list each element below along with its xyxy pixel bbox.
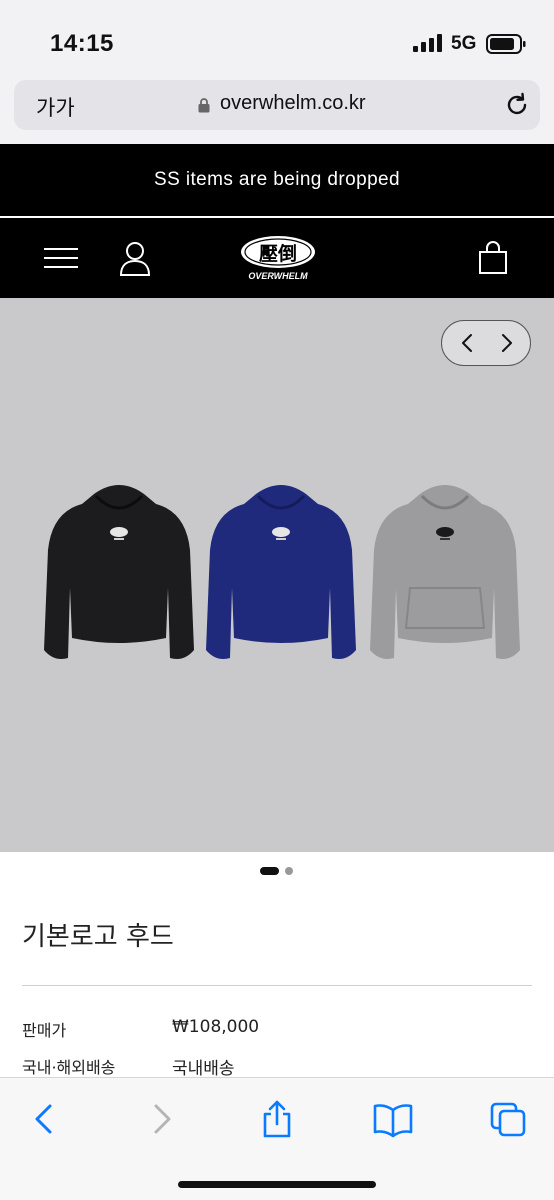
logo-mark-text: 壓倒 — [259, 242, 297, 265]
network-type: 5G — [451, 33, 477, 54]
hamburger-icon[interactable] — [44, 246, 78, 270]
brand-name-text: OVERWHELM — [248, 271, 308, 281]
price-value: ₩108,000 — [172, 1017, 260, 1037]
tabs-icon[interactable] — [488, 1100, 528, 1138]
reload-icon[interactable] — [504, 92, 530, 118]
hoodie-navy-image — [206, 485, 356, 659]
brand-logo-mark: 壓倒 OVERWHELM — [241, 236, 315, 281]
product-hero-image[interactable] — [0, 298, 554, 852]
announcement-bar: SS items are being dropped — [0, 144, 554, 216]
shipping-value: 국내배송 — [172, 1059, 235, 1079]
price-label: 판매가 — [22, 1021, 67, 1040]
hoodie-black-image — [44, 485, 194, 659]
chevron-right-icon[interactable] — [492, 329, 520, 357]
signal-icon — [413, 34, 442, 52]
product-title: 기본로고 후드 — [22, 922, 174, 952]
brand-logo[interactable]: 壓倒 OVERWHELM — [236, 232, 320, 284]
chevron-left-icon[interactable] — [454, 329, 482, 357]
status-bar: 14:15 5G — [0, 0, 554, 80]
chevron-right-icon[interactable] — [142, 1100, 182, 1138]
info-divider — [22, 985, 532, 986]
url-text[interactable]: overwhelm.co.kr — [220, 92, 366, 115]
home-indicator — [178, 1181, 376, 1188]
text-size-button[interactable]: 가가 — [36, 92, 75, 122]
battery-icon — [486, 34, 526, 54]
share-icon[interactable] — [257, 1100, 297, 1138]
chevron-left-icon[interactable] — [24, 1100, 64, 1138]
pagination-dot[interactable] — [285, 867, 293, 875]
slide-nav — [441, 320, 531, 366]
shipping-label: 국내·해외배송 — [22, 1058, 116, 1077]
user-icon[interactable] — [118, 240, 152, 276]
site-header: 壓倒 OVERWHELM — [0, 218, 554, 298]
announcement-text: SS items are being dropped — [154, 169, 400, 190]
pagination-dot-active[interactable] — [260, 867, 279, 875]
book-icon[interactable] — [373, 1100, 413, 1138]
lock-icon — [198, 98, 210, 113]
hoodie-grey-image — [370, 485, 520, 659]
shopping-bag-icon[interactable] — [478, 240, 508, 274]
slide-pagination — [260, 866, 300, 876]
browser-chrome: 가가 overwhelm.co.kr — [0, 80, 554, 144]
status-time: 14:15 — [50, 30, 114, 57]
address-bar[interactable]: 가가 overwhelm.co.kr — [14, 80, 540, 130]
